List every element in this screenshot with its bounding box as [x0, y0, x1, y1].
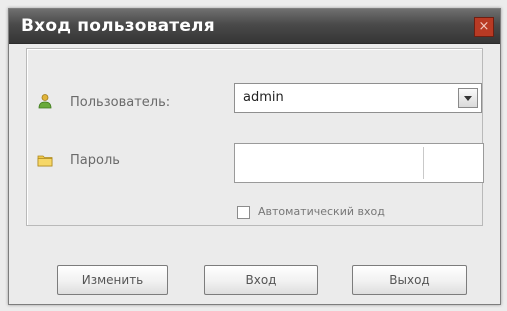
- window-title: Вход пользователя: [21, 16, 215, 36]
- login-button[interactable]: Вход: [204, 265, 318, 295]
- exit-button[interactable]: Выход: [352, 265, 467, 295]
- password-field[interactable]: [234, 143, 484, 183]
- chevron-down-icon: [464, 96, 472, 101]
- change-button[interactable]: Изменить: [57, 265, 168, 295]
- password-field-divider: [423, 147, 424, 179]
- auto-login-label[interactable]: Автоматический вход: [258, 205, 385, 218]
- dropdown-arrow-button[interactable]: [458, 88, 478, 108]
- close-button[interactable]: ×: [474, 17, 494, 37]
- title-bar[interactable]: Вход пользователя ×: [9, 9, 500, 44]
- folder-key-icon: [37, 152, 53, 168]
- login-group-box: [26, 48, 483, 226]
- password-label: Пароль: [70, 153, 120, 168]
- user-icon: [37, 93, 53, 109]
- user-label: Пользователь:: [70, 95, 171, 110]
- user-select-value: admin: [243, 90, 284, 105]
- user-select[interactable]: admin: [234, 83, 482, 113]
- auto-login-checkbox[interactable]: [237, 206, 250, 219]
